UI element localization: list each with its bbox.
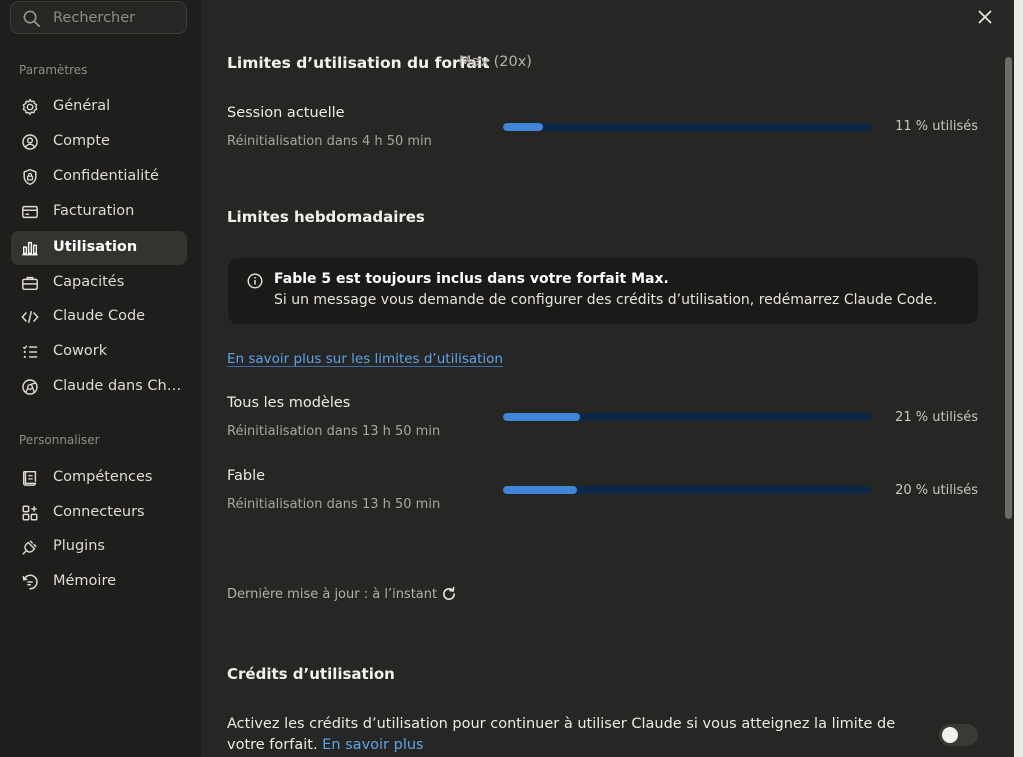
session-progress-fill [503, 123, 544, 131]
sidebar-item-label: Connecteurs [53, 504, 145, 520]
sidebar-item-label: Confidentialité [53, 168, 159, 184]
section-personalize-title: Personnaliser [19, 433, 100, 447]
sidebar: Rechercher Paramètres Général Compte Con… [0, 0, 201, 757]
sidebar-item-capabilities[interactable]: Capacités [11, 266, 187, 300]
sidebar-item-label: Plugins [53, 538, 105, 554]
checklist-icon [21, 343, 39, 361]
connectors-icon [21, 504, 39, 522]
scroll-icon [21, 469, 39, 487]
sidebar-item-label: Utilisation [53, 239, 138, 255]
fable-percent: 20 % utilisés [895, 483, 978, 498]
all-models-reset-text: Réinitialisation dans 13 h 50 min [227, 424, 441, 439]
plug-icon [21, 538, 39, 556]
plan-limits-title: Limites d’utilisation du forfait [227, 54, 490, 72]
account-icon [21, 133, 39, 151]
sidebar-item-general[interactable]: Général [11, 90, 187, 124]
main-panel: Limites d’utilisation du forfait Max (20… [201, 0, 1023, 757]
globe-icon [21, 378, 39, 396]
sidebar-item-label: Claude Code [53, 308, 146, 324]
memory-icon [21, 573, 39, 591]
gear-icon [21, 98, 39, 116]
fable-label: Fable [227, 468, 266, 484]
sidebar-item-skills[interactable]: Compétences [11, 461, 187, 495]
learn-more-limits-link[interactable]: En savoir plus sur les limites d’utilisa… [227, 351, 503, 367]
sidebar-item-label: Cowork [53, 343, 108, 359]
sidebar-item-label: Général [53, 98, 111, 114]
sidebar-item-claude-chrome[interactable]: Claude dans Ch… [11, 370, 187, 404]
sidebar-item-memory[interactable]: Mémoire [11, 565, 187, 599]
session-progress-bar [503, 123, 871, 131]
search-box[interactable]: Rechercher [10, 1, 187, 34]
bar-chart-icon [21, 239, 39, 257]
section-settings-title: Paramètres [19, 63, 88, 77]
sidebar-item-plugins[interactable]: Plugins [11, 530, 187, 564]
search-input[interactable]: Rechercher [53, 10, 135, 26]
last-updated-text: Dernière mise à jour : à l’instant [227, 587, 438, 602]
sidebar-item-privacy[interactable]: Confidentialité [11, 160, 187, 194]
fable-reset-text: Réinitialisation dans 13 h 50 min [227, 497, 441, 512]
sidebar-item-label: Compte [53, 133, 110, 149]
info-notice: Fable 5 est toujours inclus dans votre f… [228, 258, 978, 324]
credits-title: Crédits d’utilisation [227, 665, 395, 683]
fable-progress-bar [503, 486, 871, 494]
notice-body: Si un message vous demande de configurer… [274, 292, 938, 308]
credits-description: Activez les crédits d’utilisation pour c… [227, 714, 917, 756]
sidebar-item-label: Mémoire [53, 573, 117, 589]
credits-toggle[interactable] [939, 724, 978, 746]
sidebar-item-label: Compétences [53, 469, 153, 485]
all-models-progress-fill [503, 413, 581, 421]
shield-lock-icon [21, 168, 39, 186]
sidebar-item-account[interactable]: Compte [11, 125, 187, 159]
close-icon [978, 9, 992, 28]
notice-title: Fable 5 est toujours inclus dans votre f… [274, 271, 669, 287]
info-icon [247, 273, 263, 293]
settings-window: Rechercher Paramètres Général Compte Con… [0, 0, 1023, 757]
session-label: Session actuelle [227, 105, 345, 121]
session-reset-text: Réinitialisation dans 4 h 50 min [227, 134, 432, 149]
fable-progress-fill [503, 486, 577, 494]
credit-card-icon [21, 203, 39, 221]
refresh-icon[interactable] [441, 586, 457, 606]
briefcase-icon [21, 274, 39, 292]
all-models-progress-bar [503, 413, 871, 421]
session-percent: 11 % utilisés [895, 119, 978, 134]
credits-learn-more-link[interactable]: En savoir plus [322, 737, 423, 753]
code-icon [21, 308, 39, 326]
sidebar-item-usage[interactable]: Utilisation [11, 231, 187, 265]
sidebar-item-label: Capacités [53, 274, 125, 290]
close-button[interactable] [975, 8, 995, 28]
scrollbar[interactable] [1005, 57, 1012, 519]
toggle-knob [942, 727, 958, 743]
weekly-limits-title: Limites hebdomadaires [227, 208, 425, 226]
sidebar-item-cowork[interactable]: Cowork [11, 335, 187, 369]
all-models-percent: 21 % utilisés [895, 410, 978, 425]
sidebar-item-claude-code[interactable]: Claude Code [11, 300, 187, 334]
window-edge [1014, 0, 1023, 757]
sidebar-item-label: Claude dans Ch… [53, 378, 182, 394]
sidebar-item-label: Facturation [53, 203, 135, 219]
all-models-label: Tous les modèles [227, 395, 351, 411]
sidebar-item-connectors[interactable]: Connecteurs [11, 496, 187, 530]
sidebar-item-billing[interactable]: Facturation [11, 195, 187, 229]
plan-tag: Max (20x) [459, 54, 532, 70]
search-icon [22, 9, 41, 32]
